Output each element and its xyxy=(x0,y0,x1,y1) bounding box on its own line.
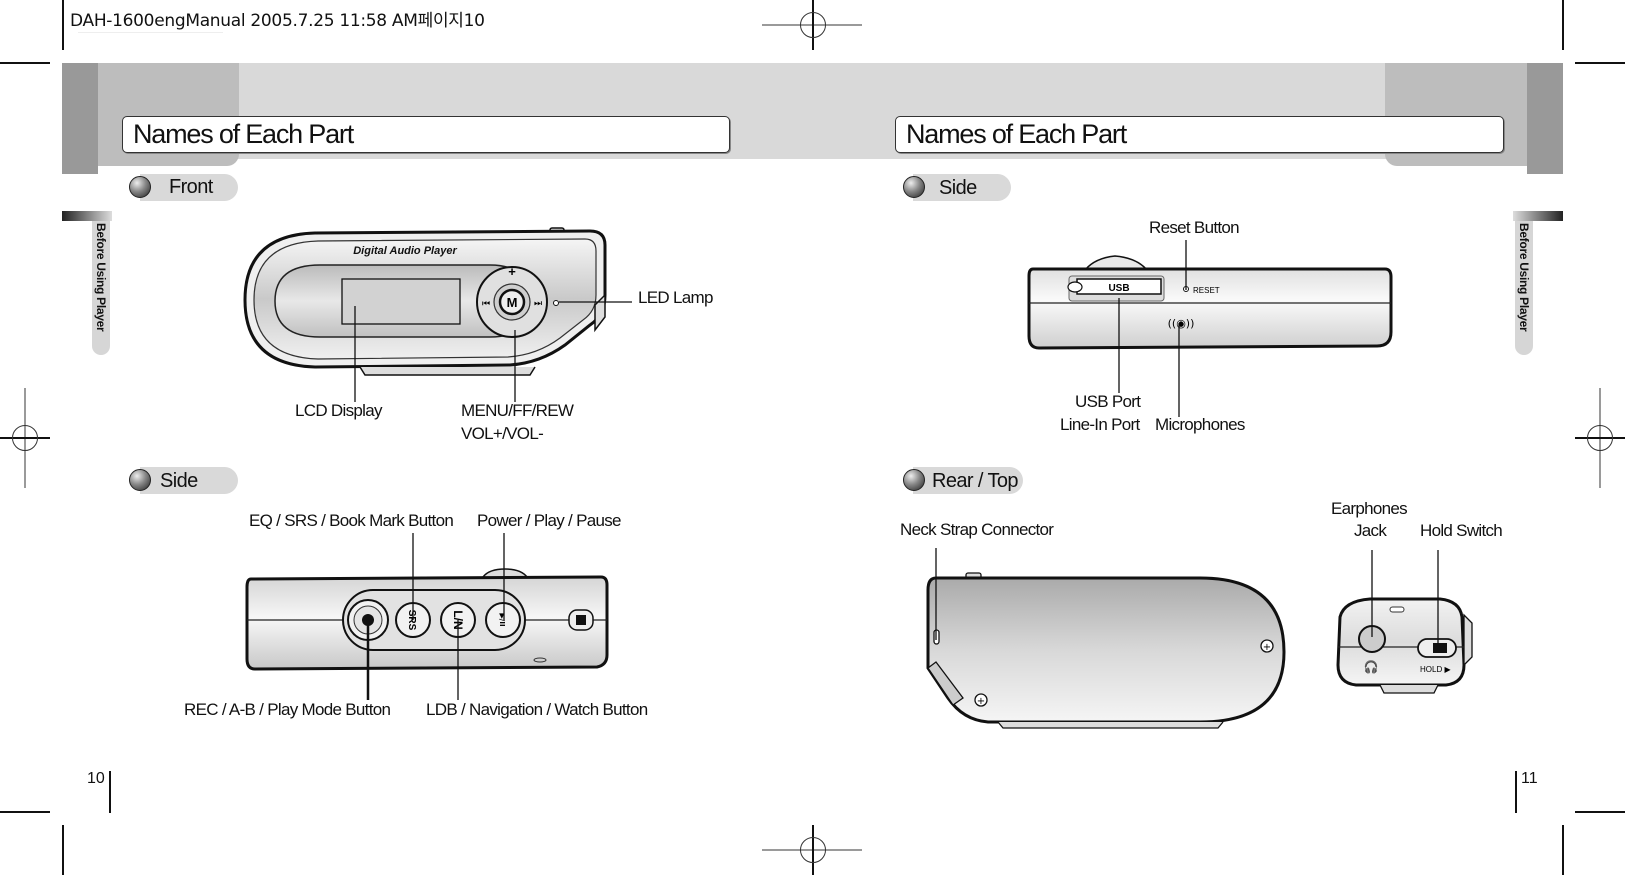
hold-text: HOLD ▶ xyxy=(1420,665,1451,674)
label-hold-switch: Hold Switch xyxy=(1420,521,1503,540)
page-number-left: 10 xyxy=(87,770,105,787)
crop-mark-tl-v xyxy=(62,0,64,50)
label-led-lamp: LED Lamp xyxy=(638,288,713,307)
label-microphones: Microphones xyxy=(1155,415,1245,434)
label-line-in-port: Line-In Port xyxy=(1060,415,1140,434)
label-neck-strap: Neck Strap Connector xyxy=(900,520,1054,539)
label-menu-line2: VOL+/VOL- xyxy=(461,424,544,443)
page-number-right: 11 xyxy=(1521,770,1538,787)
page-title: Names of Each Part xyxy=(133,119,354,149)
page-title: Names of Each Part xyxy=(906,119,1127,149)
top-end-illustration: 🎧 HOLD ▶ xyxy=(1336,597,1473,694)
registration-mark-top xyxy=(762,0,862,50)
bullet-icon xyxy=(903,469,925,491)
svg-text:⏭: ⏭ xyxy=(534,299,542,309)
rear-top-heading: Rear / Top xyxy=(932,470,1019,492)
registration-mark-left xyxy=(0,388,50,488)
crop-mark-tr-h xyxy=(1575,62,1625,64)
right-section-tab: Before Using Player xyxy=(1515,221,1533,355)
bullet-icon xyxy=(129,176,151,198)
left-section-tab: Before Using Player xyxy=(92,221,110,355)
front-heading: Front xyxy=(169,176,213,198)
headphone-icon: 🎧 xyxy=(1364,660,1379,674)
srs-glyph: SRS xyxy=(406,610,417,631)
right-header-edge xyxy=(1527,63,1563,174)
led-lamp xyxy=(553,300,559,306)
label-earphones-line2: Jack xyxy=(1354,521,1387,540)
microphone-icon: ((◉)) xyxy=(1168,317,1195,330)
registration-mark-right xyxy=(1575,388,1625,488)
section-tab-label: Before Using Player xyxy=(94,223,108,332)
registration-mark-bottom xyxy=(762,825,862,875)
crop-mark-tr-v xyxy=(1562,0,1564,50)
crop-mark-br-h xyxy=(1575,811,1625,813)
crop-mark-tl-h xyxy=(0,62,50,64)
label-earphones-line1: Earphones xyxy=(1331,499,1408,518)
front-device-illustration: Digital Audio Player M + ⏮ ⏭ xyxy=(243,227,607,376)
label-power-play: Power / Play / Pause xyxy=(477,511,622,530)
svg-text:⏮: ⏮ xyxy=(482,299,490,309)
top-side-illustration: USB RESET ((◉)) xyxy=(1027,255,1393,350)
device-brand-text: Digital Audio Player xyxy=(353,245,457,257)
label-lcd-display: LCD Display xyxy=(295,401,382,420)
section-tab-label: Before Using Player xyxy=(1517,223,1531,332)
side-device-illustration: SRS L/N ▶/II xyxy=(245,568,609,671)
page-number-rule-left xyxy=(109,771,111,813)
bullet-icon xyxy=(129,469,151,491)
left-section-tab-bar xyxy=(62,211,112,221)
right-section-tab-bar xyxy=(1513,211,1563,221)
usb-port-text: USB xyxy=(1108,283,1129,294)
label-menu-line1: MENU/FF/REW xyxy=(461,401,574,420)
play-pause-glyph: ▶/II xyxy=(498,613,506,626)
svg-text:+: + xyxy=(1263,642,1271,653)
label-usb-port: USB Port xyxy=(1075,392,1141,411)
crop-mark-bl-h xyxy=(0,811,50,813)
label-ldb-nav: LDB / Navigation / Watch Button xyxy=(426,700,648,719)
right-title-box: Names of Each Part xyxy=(895,116,1504,153)
page-number-rule-right xyxy=(1515,771,1517,813)
menu-button-glyph: M xyxy=(507,295,518,310)
label-eq-srs: EQ / SRS / Book Mark Button xyxy=(249,511,454,530)
svg-text:+: + xyxy=(508,264,516,279)
label-rec-ab: REC / A-B / Play Mode Button xyxy=(184,700,391,719)
svg-text:+: + xyxy=(977,696,985,707)
slug-underline xyxy=(78,32,223,33)
left-title-box: Names of Each Part xyxy=(122,116,730,153)
left-side-heading: Side xyxy=(160,470,198,492)
rear-device-illustration: + + xyxy=(926,572,1286,729)
crop-mark-bl-v xyxy=(62,825,64,875)
label-reset-button: Reset Button xyxy=(1149,218,1240,237)
rear-leader-lines xyxy=(935,548,1439,645)
reset-text: RESET xyxy=(1193,286,1220,295)
crop-mark-br-v xyxy=(1562,825,1564,875)
left-header-edge xyxy=(62,63,98,174)
bullet-icon xyxy=(903,176,925,198)
print-slug: DAH-1600engManual 2005.7.25 11:58 AM페이지1… xyxy=(70,11,485,31)
right-side-heading: Side xyxy=(939,177,977,199)
